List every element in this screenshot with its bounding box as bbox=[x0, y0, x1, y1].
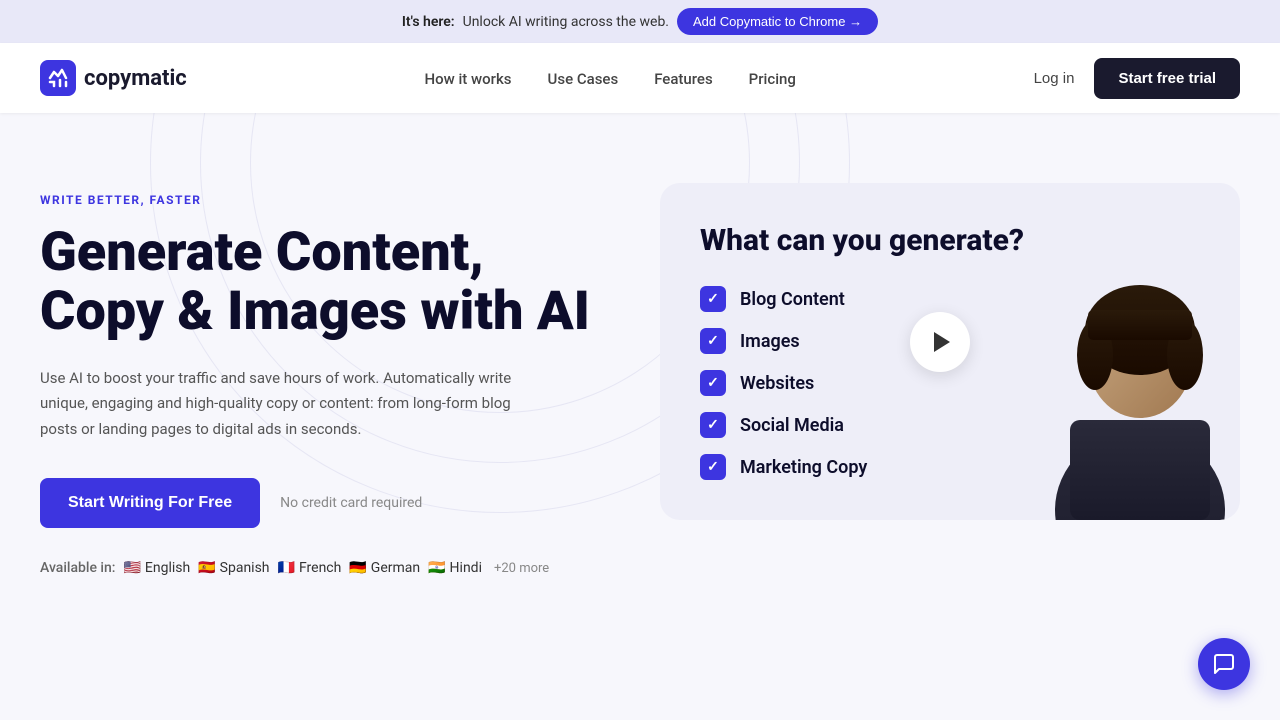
check-icon-blog: ✓ bbox=[700, 286, 726, 312]
lang-french-label: French bbox=[299, 560, 341, 576]
chat-button[interactable] bbox=[1198, 638, 1250, 690]
item-images: Images bbox=[740, 331, 800, 352]
lang-french: 🇫🇷 French bbox=[278, 560, 342, 576]
hero-title-line1: Generate Content, bbox=[40, 221, 484, 284]
flag-english: 🇺🇸 bbox=[123, 560, 140, 576]
banner-text: Unlock AI writing across the web. bbox=[463, 14, 669, 30]
add-chrome-button[interactable]: Add Copymatic to Chrome → bbox=[677, 8, 878, 35]
lang-spanish-label: Spanish bbox=[220, 560, 270, 576]
person-image bbox=[1040, 220, 1240, 520]
hero-right: What can you generate? ✓ Blog Content ✓ … bbox=[600, 173, 1240, 520]
lang-english-label: English bbox=[145, 560, 190, 576]
generate-card: What can you generate? ✓ Blog Content ✓ … bbox=[660, 183, 1240, 520]
start-free-trial-button[interactable]: Start free trial bbox=[1094, 58, 1240, 99]
login-button[interactable]: Log in bbox=[1034, 70, 1075, 87]
check-icon-images: ✓ bbox=[700, 328, 726, 354]
flag-french: 🇫🇷 bbox=[278, 560, 295, 576]
check-icon-marketing: ✓ bbox=[700, 454, 726, 480]
item-blog-content: Blog Content bbox=[740, 289, 845, 310]
banner-pre-text: It's here: bbox=[402, 14, 455, 30]
more-languages: +20 more bbox=[494, 561, 549, 576]
lang-english: 🇺🇸 English bbox=[123, 560, 190, 576]
flag-german: 🇩🇪 bbox=[349, 560, 366, 576]
nav-how-it-works[interactable]: How it works bbox=[424, 70, 511, 88]
logo-icon bbox=[40, 60, 76, 96]
logo[interactable]: copymatic bbox=[40, 60, 187, 96]
chat-icon bbox=[1212, 652, 1236, 676]
cta-row: Start Writing For Free No credit card re… bbox=[40, 478, 600, 528]
nav-right: Log in Start free trial bbox=[1034, 58, 1240, 99]
hero-description: Use AI to boost your traffic and save ho… bbox=[40, 366, 520, 443]
check-icon-websites: ✓ bbox=[700, 370, 726, 396]
lang-spanish: 🇪🇸 Spanish bbox=[198, 560, 269, 576]
hero-section: WRITE BETTER, FASTER Generate Content, C… bbox=[0, 113, 1280, 673]
nav-links: How it works Use Cases Features Pricing bbox=[424, 69, 795, 88]
nav-use-cases[interactable]: Use Cases bbox=[548, 70, 619, 88]
lang-german: 🇩🇪 German bbox=[349, 560, 420, 576]
logo-text: copymatic bbox=[84, 66, 187, 91]
lang-german-label: German bbox=[371, 560, 420, 576]
flag-spanish: 🇪🇸 bbox=[198, 560, 215, 576]
lang-hindi: 🇮🇳 Hindi bbox=[428, 560, 482, 576]
top-banner: It's here: Unlock AI writing across the … bbox=[0, 0, 1280, 43]
nav-pricing[interactable]: Pricing bbox=[749, 70, 796, 88]
item-social-media: Social Media bbox=[740, 415, 844, 436]
start-writing-button[interactable]: Start Writing For Free bbox=[40, 478, 260, 528]
check-icon-social: ✓ bbox=[700, 412, 726, 438]
available-label: Available in: bbox=[40, 560, 115, 576]
item-marketing-copy: Marketing Copy bbox=[740, 457, 867, 478]
nav-features[interactable]: Features bbox=[654, 70, 712, 88]
hero-title-line2: Copy & Images with AI bbox=[40, 280, 590, 343]
no-credit-card-text: No credit card required bbox=[280, 495, 422, 511]
tagline: WRITE BETTER, FASTER bbox=[40, 193, 600, 207]
navbar: copymatic How it works Use Cases Feature… bbox=[0, 43, 1280, 113]
flag-hindi: 🇮🇳 bbox=[428, 560, 445, 576]
lang-hindi-label: Hindi bbox=[450, 560, 482, 576]
play-button[interactable] bbox=[910, 312, 970, 372]
hero-left: WRITE BETTER, FASTER Generate Content, C… bbox=[40, 173, 600, 576]
item-websites: Websites bbox=[740, 373, 814, 394]
available-in-row: Available in: 🇺🇸 English 🇪🇸 Spanish 🇫🇷 F… bbox=[40, 560, 600, 576]
hero-title: Generate Content, Copy & Images with AI bbox=[40, 223, 600, 342]
